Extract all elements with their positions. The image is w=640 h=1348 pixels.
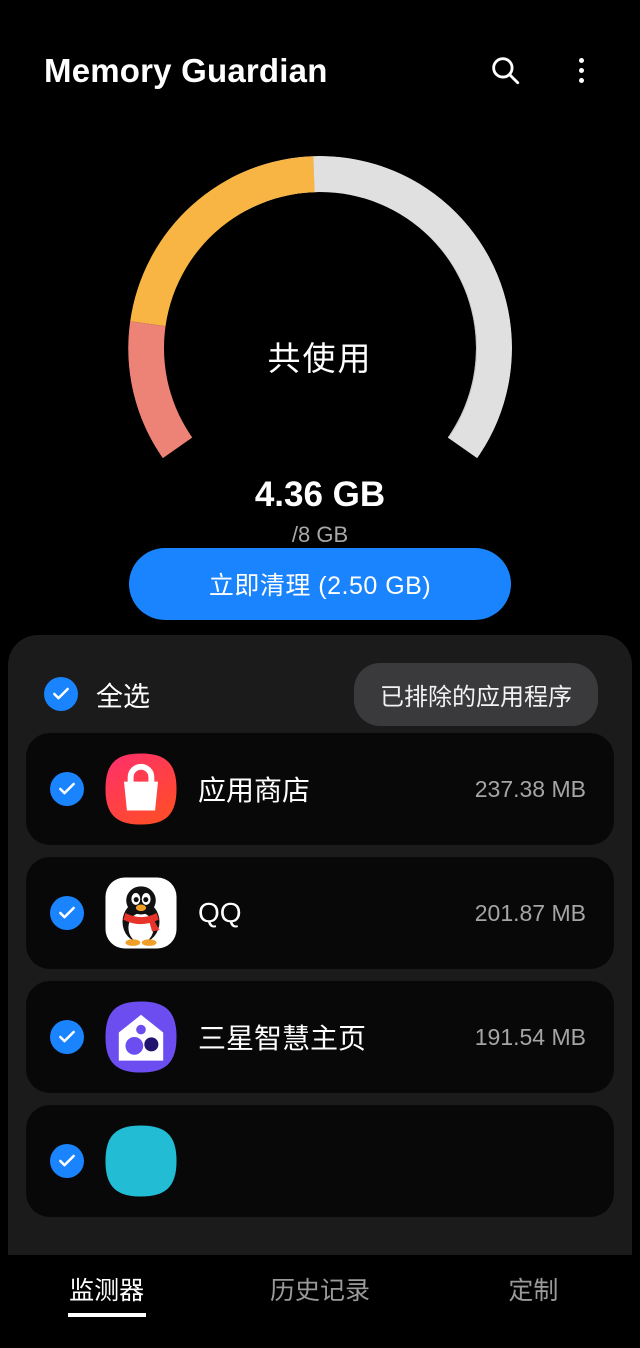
app-header: Memory Guardian (0, 0, 640, 140)
app-checkbox[interactable] (50, 1020, 84, 1054)
list-item[interactable]: 三星智慧主页 191.54 MB (26, 981, 614, 1093)
gauge-segment-free (229, 156, 512, 459)
app-list-card: 全选 已排除的应用程序 应用商店 237.38 MB QQ 201.87 MB … (8, 635, 632, 1255)
galaxy-store-icon (105, 753, 177, 825)
app-checkbox[interactable] (50, 896, 84, 930)
list-item[interactable] (26, 1105, 614, 1217)
tab-label: 监测器 (69, 1277, 145, 1305)
select-all-checkbox[interactable] (44, 677, 78, 711)
list-item[interactable]: QQ 201.87 MB (26, 857, 614, 969)
header-actions (482, 47, 604, 93)
more-vertical-icon[interactable] (558, 47, 604, 93)
excluded-apps-button[interactable]: 已排除的应用程序 (354, 662, 598, 726)
app-checkbox[interactable] (50, 1144, 84, 1178)
clean-now-button[interactable]: 立即清理 (2.50 GB) (129, 548, 511, 620)
smartthings-icon (105, 1001, 177, 1073)
gauge-used-value: 4.36 GB (254, 475, 386, 514)
page-title: Memory Guardian (44, 51, 328, 89)
teal-app-icon (105, 1125, 177, 1197)
gauge-segment-orange (130, 156, 320, 348)
memory-guardian-screen: Memory Guardian 共使用 4.36 GB /8 GB 立即清理 (… (0, 0, 640, 1348)
tab-monitor[interactable]: 监测器 (0, 1271, 213, 1317)
tab-customize[interactable]: 定制 (427, 1271, 640, 1317)
gauge-segment-blue-inner (248, 191, 320, 348)
bottom-tab-bar: 监测器 历史记录 定制 (0, 1255, 640, 1348)
app-name: 应用商店 (198, 775, 311, 806)
overflow-dots (578, 57, 584, 83)
app-size: 201.87 MB (474, 899, 586, 926)
search-icon[interactable] (482, 47, 528, 93)
app-checkbox[interactable] (50, 772, 84, 806)
app-size: 237.38 MB (474, 775, 586, 802)
tab-label: 历史记录 (269, 1277, 370, 1305)
app-size: 191.54 MB (474, 1023, 586, 1050)
tab-active-indicator (67, 1313, 146, 1317)
qq-penguin-icon (105, 877, 177, 949)
select-all-label: 全选 (96, 681, 150, 712)
gauge-capacity: /8 GB (291, 522, 349, 547)
app-name: 三星智慧主页 (198, 1023, 367, 1054)
app-name: QQ (198, 897, 242, 928)
clean-button-row: 立即清理 (2.50 GB) (0, 540, 640, 635)
tab-label: 定制 (508, 1277, 559, 1305)
select-all-row: 全选 已排除的应用程序 (26, 655, 614, 733)
list-item[interactable]: 应用商店 237.38 MB (26, 733, 614, 845)
memory-gauge: 共使用 4.36 GB /8 GB (0, 140, 640, 547)
gauge-center-label: 共使用 (267, 340, 373, 377)
tab-history[interactable]: 历史记录 (213, 1271, 426, 1317)
